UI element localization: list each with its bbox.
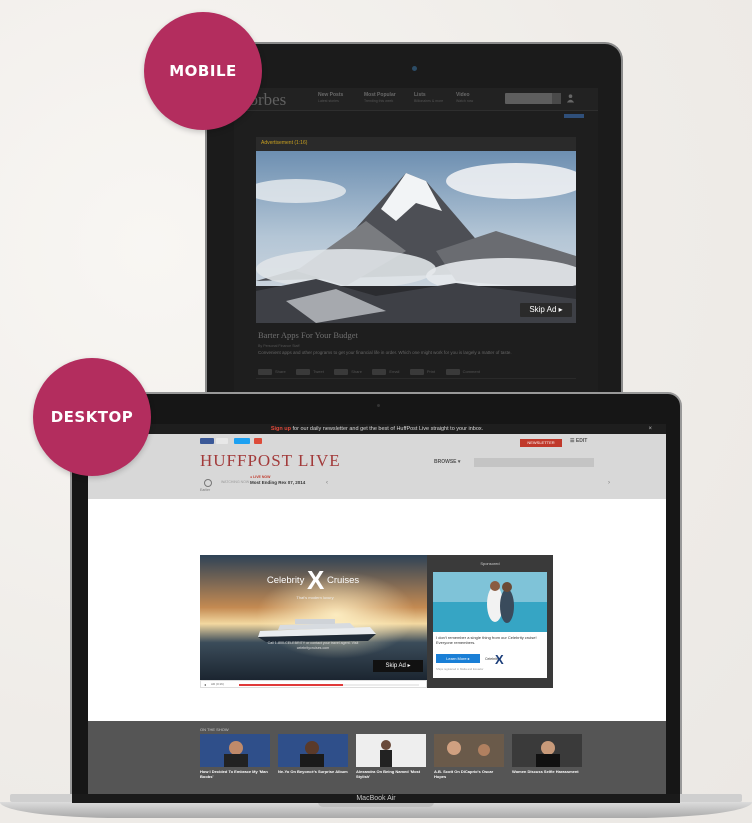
- learn-more-button[interactable]: Learn More ▸: [436, 654, 480, 663]
- email-label: Email: [389, 369, 400, 375]
- desktop-screen: Sign up for our daily newsletter and get…: [88, 424, 666, 794]
- chevron-left-icon[interactable]: ‹: [326, 480, 328, 486]
- close-icon[interactable]: ×: [648, 424, 652, 434]
- browse-dropdown[interactable]: BROWSE ▾: [434, 459, 460, 465]
- signup-link[interactable]: Sign up: [271, 426, 291, 432]
- nav-sub: Billionaires & more: [414, 99, 444, 103]
- share-button[interactable]: [258, 368, 272, 375]
- forbes-nav-bar: Forbes New Posts Latest stories Most Pop…: [234, 88, 598, 111]
- tweet-label: Tweet: [313, 369, 324, 375]
- comment-button[interactable]: [445, 368, 460, 375]
- nav-sub: Trending this week: [364, 99, 394, 103]
- mountain-image: [256, 151, 576, 323]
- section-heading: ON THE SHOW: [200, 727, 229, 732]
- sponsored-panel: Sponsored I don't remember a single thin…: [427, 555, 553, 688]
- banner-text: for our daily newsletter and get the bes…: [290, 426, 484, 432]
- facebook-icon[interactable]: [200, 438, 214, 444]
- ad-countdown: Advertisement (1:16): [261, 140, 308, 146]
- ad-logo-x: X: [306, 565, 325, 595]
- print-button[interactable]: [409, 368, 424, 375]
- ad-progress-bar[interactable]: ◂ AD (0:16): [200, 680, 427, 688]
- thumb-caption[interactable]: How I Decided To Embrace My 'Man Boobs': [200, 769, 272, 779]
- thumb-caption[interactable]: Alexandra On Being Named 'Most Stylish': [356, 769, 428, 779]
- video-ad[interactable]: Celebrity X Cruises That's modern luxury…: [200, 555, 427, 680]
- ad-logo-left: Celebrity: [266, 575, 305, 586]
- thumb-4[interactable]: [434, 734, 504, 767]
- edit-menu[interactable]: ☰ EDIT: [570, 438, 587, 444]
- progress-label: AD (0:16): [211, 682, 224, 686]
- article-meta: By Personal Finance Staff: [258, 344, 300, 348]
- article-body: Convenient apps and other programs to ge…: [258, 350, 512, 355]
- user-icon[interactable]: [566, 93, 575, 103]
- article-headline[interactable]: Barter Apps For Your Budget: [258, 330, 358, 340]
- thumb-caption[interactable]: A.B. Scott On DiCaprio's Oscar Hopes: [434, 769, 506, 779]
- nav-sub: Latest stories: [318, 99, 339, 103]
- newsletter-button[interactable]: NEWSLETTER: [520, 439, 562, 447]
- beach-couple-image: [433, 572, 547, 632]
- mobile-device-frame: Forbes New Posts Latest stories Most Pop…: [205, 42, 623, 404]
- google-plus-icon[interactable]: [254, 438, 262, 444]
- current-show-title[interactable]: Most Ending Rex 07, 2014: [250, 480, 310, 485]
- sponsored-card[interactable]: I don't remember a single thing from our…: [433, 572, 547, 678]
- skip-ad-button[interactable]: Skip Ad ▸: [373, 660, 423, 672]
- mobile-screen: Forbes New Posts Latest stories Most Pop…: [234, 88, 598, 404]
- camera-icon: [377, 404, 380, 407]
- skip-ad-button[interactable]: Skip Ad ▸: [520, 303, 572, 317]
- huffpost-live-logo[interactable]: HUFFPOST LIVE: [200, 451, 341, 471]
- on-the-show-section: ON THE SHOW How I Decided To Embrace My …: [88, 721, 666, 794]
- chevron-right-icon[interactable]: ›: [608, 480, 610, 486]
- share-label: Share: [351, 369, 362, 375]
- sponsored-text: I don't remember a single thing from our…: [436, 635, 537, 645]
- side-fineprint: Ships registered in Malta and Ecuador: [436, 667, 484, 671]
- share-bar: Share Tweet Share Email Print Comment: [258, 363, 578, 375]
- search-icon[interactable]: [552, 93, 561, 104]
- twitter-icon[interactable]: [234, 438, 250, 444]
- live-badge: ● LIVE NOW: [250, 475, 271, 479]
- mobile-badge: MOBILE: [144, 12, 262, 130]
- divider: [256, 378, 576, 379]
- share-button[interactable]: [334, 368, 349, 375]
- camera-icon: [412, 66, 417, 71]
- nav-item-video[interactable]: Video: [456, 92, 470, 98]
- clock-label: Earlier: [200, 488, 211, 492]
- ad-tagline: That's modern luxury: [296, 595, 334, 600]
- share-label: Share: [275, 369, 286, 375]
- huffpost-header: HUFFPOST LIVE NEWSLETTER ☰ EDIT BROWSE ▾…: [88, 434, 666, 499]
- nav-item-new-posts[interactable]: New Posts: [318, 92, 343, 98]
- nav-item-most-popular[interactable]: Most Popular: [364, 92, 396, 98]
- search-input[interactable]: [505, 93, 557, 104]
- newsletter-banner: Sign up for our daily newsletter and get…: [88, 424, 666, 434]
- sponsored-label: Sponsored: [480, 561, 500, 566]
- thumb-1[interactable]: [200, 734, 270, 767]
- celebrity-cruises-logo: Celebrity X Cruises: [238, 565, 388, 596]
- print-label: Print: [426, 369, 436, 375]
- nav-sub: Watch now: [456, 99, 474, 103]
- mountain-ad-image[interactable]: Skip Ad ▸: [256, 151, 576, 323]
- progress-fill: [239, 684, 343, 686]
- thumb-2[interactable]: [278, 734, 348, 767]
- ad-label-bar: Advertisement (1:16): [256, 137, 576, 151]
- forbes-subbar: [234, 111, 598, 121]
- ad-logo-right: Cruises: [326, 575, 360, 586]
- thumb-caption[interactable]: Ne-Yo On Beyoncé's Surprise Album: [278, 769, 350, 774]
- email-button[interactable]: [372, 368, 387, 375]
- tweet-button[interactable]: [296, 368, 311, 375]
- thumb-3[interactable]: [356, 734, 426, 767]
- clock-icon[interactable]: [204, 479, 212, 487]
- desktop-badge: DESKTOP: [33, 358, 151, 476]
- thumb-caption[interactable]: Women Discuss Selfie Harassment: [512, 769, 584, 774]
- volume-icon[interactable]: ◂: [204, 682, 206, 687]
- thumb-5[interactable]: [512, 734, 582, 767]
- search-input[interactable]: [474, 458, 594, 467]
- watching-now-label: WATCHING NOW: [221, 480, 250, 484]
- macbook-label: MacBook Air: [356, 795, 396, 802]
- ad-call-to-action: Call 1-800-CELEBRITY or contact your tra…: [267, 641, 359, 650]
- nav-item-lists[interactable]: Lists: [414, 92, 426, 98]
- like-count: [216, 438, 228, 444]
- celebrity-x-logo: X: [495, 652, 504, 667]
- laptop-frame: Sign up for our daily newsletter and get…: [70, 392, 682, 794]
- comment-label: Comment: [462, 369, 480, 375]
